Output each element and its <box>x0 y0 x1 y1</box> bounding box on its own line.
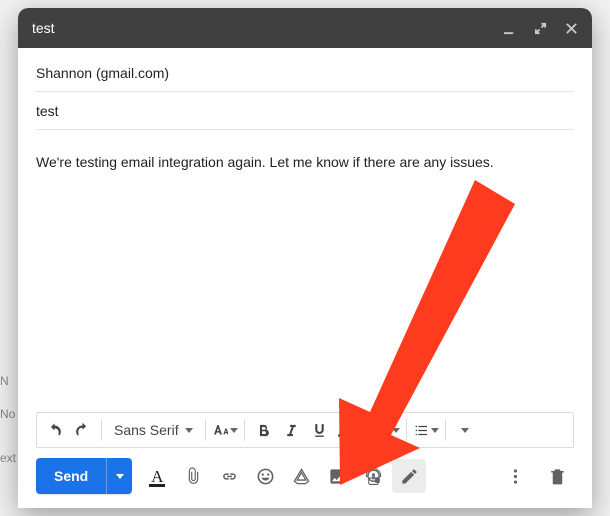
underline-icon[interactable] <box>307 416 333 444</box>
chevron-down-icon <box>353 428 361 433</box>
formatting-toolbar: Sans Serif <box>36 412 574 448</box>
separator <box>445 419 446 441</box>
more-options-icon[interactable] <box>498 459 532 493</box>
confidential-mode-icon[interactable] <box>356 459 390 493</box>
separator <box>244 419 245 441</box>
insert-drive-icon[interactable] <box>284 459 318 493</box>
separator <box>406 419 407 441</box>
chevron-down-icon <box>185 428 193 433</box>
separator <box>101 419 102 441</box>
send-options-button[interactable] <box>106 458 132 494</box>
bg-hint: N <box>0 374 9 388</box>
redo-icon[interactable] <box>69 416 95 444</box>
align-picker[interactable] <box>374 416 400 444</box>
chevron-down-icon <box>431 428 439 433</box>
insert-photo-icon[interactable] <box>320 459 354 493</box>
separator <box>205 419 206 441</box>
font-size-picker[interactable] <box>212 416 238 444</box>
action-bar: Send A <box>18 458 592 508</box>
window-title: test <box>32 20 503 36</box>
font-family-label: Sans Serif <box>114 422 179 438</box>
formatting-options-icon[interactable]: A <box>140 459 174 493</box>
subject-field[interactable]: test <box>36 92 574 130</box>
header-fields: Shannon (gmail.com) test <box>18 48 592 130</box>
text-color-picker[interactable] <box>335 416 361 444</box>
send-button-group: Send <box>36 458 132 494</box>
italic-icon[interactable] <box>279 416 305 444</box>
bold-icon[interactable] <box>251 416 277 444</box>
insert-tools: A <box>140 459 426 493</box>
insert-signature-icon[interactable] <box>392 459 426 493</box>
send-button[interactable]: Send <box>36 458 106 494</box>
minimize-icon[interactable] <box>503 22 516 35</box>
bg-hint: No <box>0 407 15 421</box>
chevron-down-icon <box>392 428 400 433</box>
attach-file-icon[interactable] <box>176 459 210 493</box>
compose-window: test Shannon (gmail.com) test We're test… <box>18 8 592 508</box>
font-family-picker[interactable]: Sans Serif <box>108 422 199 438</box>
insert-emoji-icon[interactable] <box>248 459 282 493</box>
message-body[interactable]: We're testing email integration again. L… <box>18 130 592 412</box>
window-titlebar: test <box>18 8 592 48</box>
close-icon[interactable] <box>565 22 578 35</box>
more-formatting-icon[interactable] <box>452 416 478 444</box>
discard-draft-icon[interactable] <box>540 459 574 493</box>
undo-icon[interactable] <box>41 416 67 444</box>
list-picker[interactable] <box>413 416 439 444</box>
separator <box>367 419 368 441</box>
chevron-down-icon <box>116 474 124 479</box>
insert-link-icon[interactable] <box>212 459 246 493</box>
expand-icon[interactable] <box>534 22 547 35</box>
chevron-down-icon <box>230 428 238 433</box>
chevron-down-icon <box>461 428 469 433</box>
recipients-field[interactable]: Shannon (gmail.com) <box>36 54 574 92</box>
bg-hint: ext <box>0 451 16 465</box>
